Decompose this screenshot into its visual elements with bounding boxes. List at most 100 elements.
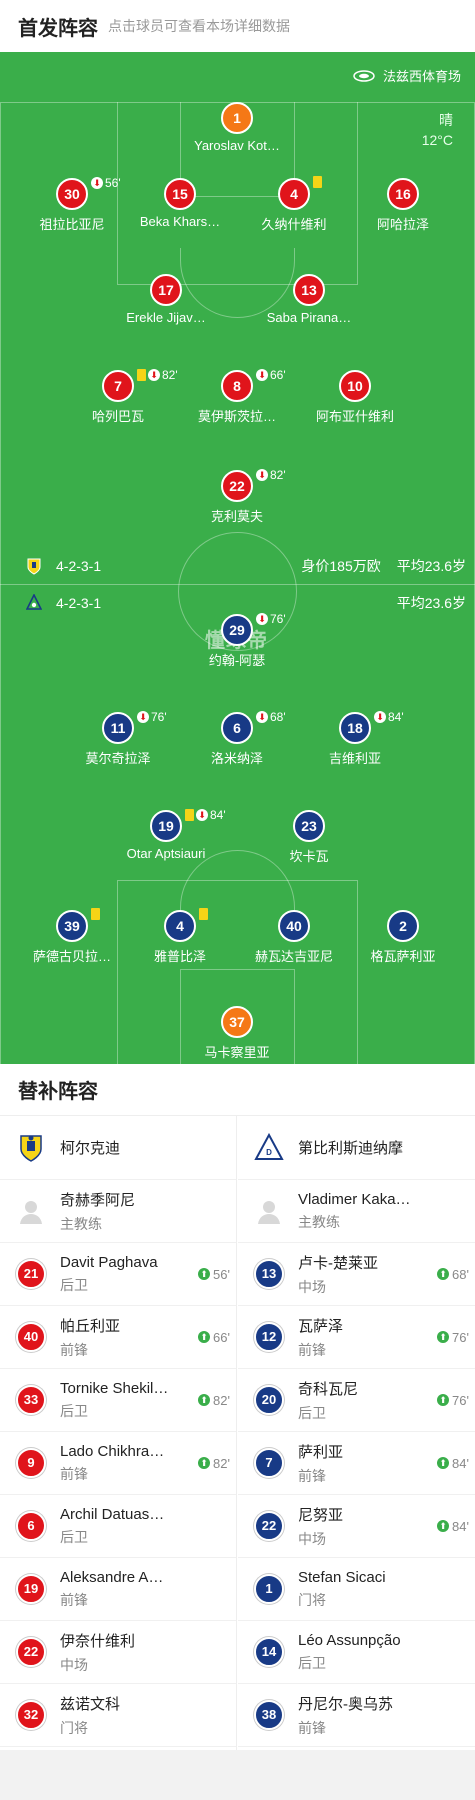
player-number: 10 <box>339 370 371 402</box>
sub-on-time: 84' <box>452 1518 469 1534</box>
player-name: 莫伊斯茨拉… <box>197 409 276 424</box>
away-player[interactable]: 11 ⬇ 76' 莫尔奇拉泽 <box>53 710 183 767</box>
player-badges: ⬇ 76' <box>137 710 167 724</box>
away-player[interactable]: 23 坎卡瓦 <box>244 810 374 865</box>
away-sub-row[interactable]: 7 萨利亚 前锋 ⬆ 84' <box>238 1432 475 1495</box>
player-name: 马卡察里亚 <box>204 1045 270 1060</box>
sub-on-icon: ⬆ <box>198 1394 211 1406</box>
venue-name: 法兹西体育场 <box>382 69 461 84</box>
weather-temperature: 12°C <box>421 132 453 148</box>
home-sub-row[interactable]: 19 Aleksandre A… 前锋 <box>0 1558 236 1621</box>
away-player[interactable]: 29 ⬇ 76' 约翰-阿瑟 <box>172 612 302 669</box>
sub-on-time: 76' <box>452 1392 469 1408</box>
away-sub-row[interactable]: 22 尼努亚 中场 ⬆ 84' <box>238 1495 475 1558</box>
player-number: 30 <box>56 178 88 210</box>
sub-on-icon: ⬆ <box>198 1268 211 1280</box>
away-player[interactable]: 2 格瓦萨利亚 <box>338 910 468 965</box>
sub-number: 6 <box>16 1511 46 1541</box>
sub-number: 40 <box>16 1322 46 1352</box>
home-sub-row[interactable]: 32 兹诺文科 门将 <box>0 1684 236 1747</box>
sub-off-time: 84' <box>388 710 404 724</box>
home-sub-row[interactable]: 6 Archil Datuas… 后卫 <box>0 1495 236 1558</box>
sub-position: 前锋 <box>60 1341 88 1358</box>
home-sub-row[interactable]: 9 Lado Chikhra… 前锋 ⬆ 82' <box>0 1432 236 1495</box>
sub-name: 萨利亚 <box>298 1443 344 1461</box>
player-number: 8 <box>221 370 253 402</box>
sub-number: 19 <box>16 1574 46 1604</box>
sub-on-icon: ⬆ <box>198 1331 211 1343</box>
home-sub-row[interactable]: 22 伊奈什维利 中场 <box>0 1621 236 1684</box>
sub-position: 中场 <box>298 1278 326 1295</box>
sub-off-time: 76' <box>151 710 167 724</box>
home-player[interactable]: 22 ⬇ 82' 克利莫夫 <box>172 468 302 525</box>
home-player[interactable]: 7 ⬇ 82' 哈列巴瓦 <box>53 368 183 425</box>
away-coach-role: 主教练 <box>298 1213 340 1230</box>
home-player[interactable]: 8 ⬇ 66' 莫伊斯茨拉… <box>172 368 302 425</box>
home-player[interactable]: 10 阿布亚什维利 <box>290 370 420 425</box>
player-number: 29 <box>221 614 253 646</box>
sub-name: Davit Paghava <box>60 1253 158 1271</box>
home-team-header[interactable]: 柯尔克迪 <box>0 1116 236 1180</box>
sub-on-time: 82' <box>213 1455 230 1471</box>
away-coach-name: Vladimer Kakashvili <box>298 1190 413 1208</box>
home-player[interactable]: 17 Erekle Jijav… <box>101 274 231 325</box>
player-name: 格瓦萨利亚 <box>370 949 436 964</box>
away-sub-row[interactable]: 20 奇科瓦尼 后卫 ⬆ 76' <box>238 1369 475 1432</box>
away-coach[interactable]: Vladimer Kakashvili 主教练 <box>238 1180 475 1243</box>
sub-name: 奇科瓦尼 <box>298 1380 359 1398</box>
away-player[interactable]: 4 雅普比泽 <box>115 908 245 965</box>
sub-name: 伊奈什维利 <box>60 1632 136 1650</box>
away-player[interactable]: 18 ⬇ 84' 吉维利亚 <box>290 710 420 767</box>
home-player[interactable]: 16 阿哈拉泽 <box>338 178 468 233</box>
sub-on-indicator: ⬆ 82' <box>198 1456 230 1471</box>
sub-on-time: 56' <box>213 1266 230 1282</box>
away-sub-row[interactable]: 13 卢卡-楚莱亚 中场 ⬆ 68' <box>238 1243 475 1306</box>
sub-position: 门将 <box>298 1591 326 1608</box>
sub-on-indicator: ⬆ 66' <box>198 1330 230 1345</box>
sub-position: 前锋 <box>298 1467 326 1484</box>
away-sub-list: 13 卢卡-楚莱亚 中场 ⬆ 68' 12 瓦萨泽 前锋 ⬆ 76' 20 奇科瓦尼 后卫 ⬆ 76' 7 萨利… <box>238 1243 475 1747</box>
away-sub-row[interactable]: 12 瓦萨泽 前锋 ⬆ 76' <box>238 1306 475 1369</box>
sub-off-time: 66' <box>270 368 286 382</box>
sub-off-icon: ⬇ <box>137 711 149 723</box>
sub-number: 22 <box>254 1511 284 1541</box>
sub-position: 前锋 <box>60 1465 88 1482</box>
home-player[interactable]: 13 Saba Pirana… <box>244 274 374 325</box>
sub-name: 帕丘利亚 <box>60 1317 121 1335</box>
player-badges: ⬇ 84' <box>374 710 404 724</box>
svg-text:D: D <box>266 1148 272 1157</box>
player-number: 40 <box>278 910 310 942</box>
sub-off-icon: ⬇ <box>256 711 268 723</box>
home-avg-age: 平均23.6岁 <box>396 558 466 574</box>
away-player[interactable]: 37 马卡察里亚 <box>172 1006 302 1061</box>
sub-off-icon: ⬇ <box>256 369 268 381</box>
away-sub-row[interactable]: 14 Léo Assunpção 后卫 <box>238 1621 475 1684</box>
home-sub-row[interactable]: 21 Davit Paghava 后卫 ⬆ 56' <box>0 1243 236 1306</box>
home-sub-list: 21 Davit Paghava 后卫 ⬆ 56' 40 帕丘利亚前锋 ⬆ 66' 33 Torni… <box>0 1243 236 1747</box>
away-player[interactable]: 19 ⬇ 84' Otar Aptsiauri <box>101 808 231 861</box>
player-badges <box>91 908 100 920</box>
player-badges: ⬇ 76' <box>256 612 286 626</box>
sub-number: 20 <box>254 1385 284 1415</box>
sub-on-icon: ⬆ <box>437 1394 450 1406</box>
player-number: 37 <box>221 1006 253 1038</box>
home-sub-row[interactable]: 40 帕丘利亚前锋 ⬆ 66' <box>0 1306 236 1369</box>
away-player[interactable]: 6 ⬇ 68' 洛米纳泽 <box>172 710 302 767</box>
home-player[interactable]: 1 Yaroslav Kot… <box>172 102 302 153</box>
home-coach[interactable]: 奇赫季阿尼 主教练 <box>0 1180 236 1243</box>
sub-on-icon: ⬆ <box>198 1457 211 1469</box>
sub-off-icon: ⬇ <box>256 613 268 625</box>
away-sub-row[interactable]: 38 丹尼尔-奥乌苏 前锋 <box>238 1684 475 1747</box>
home-sub-row[interactable]: 33 Tornike Shekil… 后卫 ⬆ 82' <box>0 1369 236 1432</box>
player-name: 雅普比泽 <box>153 949 206 964</box>
weather: 晴 12°C <box>422 110 453 150</box>
away-team-header[interactable]: D 第比利斯迪纳摩 <box>238 1116 475 1180</box>
substitutes-panel: 柯尔克迪 奇赫季阿尼 主教练 21 Davit Paghava 后卫 ⬆ 56' 40 帕丘… <box>0 1116 475 1750</box>
sub-off-icon: ⬇ <box>196 809 208 821</box>
sub-number: 14 <box>254 1637 284 1667</box>
away-sub-row[interactable]: 1 Stefan Sicaci 门将 <box>238 1558 475 1621</box>
player-number: 2 <box>387 910 419 942</box>
home-player[interactable]: 15 Beka Khars… <box>115 178 245 229</box>
coach-avatar-icon <box>258 1201 280 1224</box>
player-name: Erekle Jijav… <box>126 310 206 325</box>
